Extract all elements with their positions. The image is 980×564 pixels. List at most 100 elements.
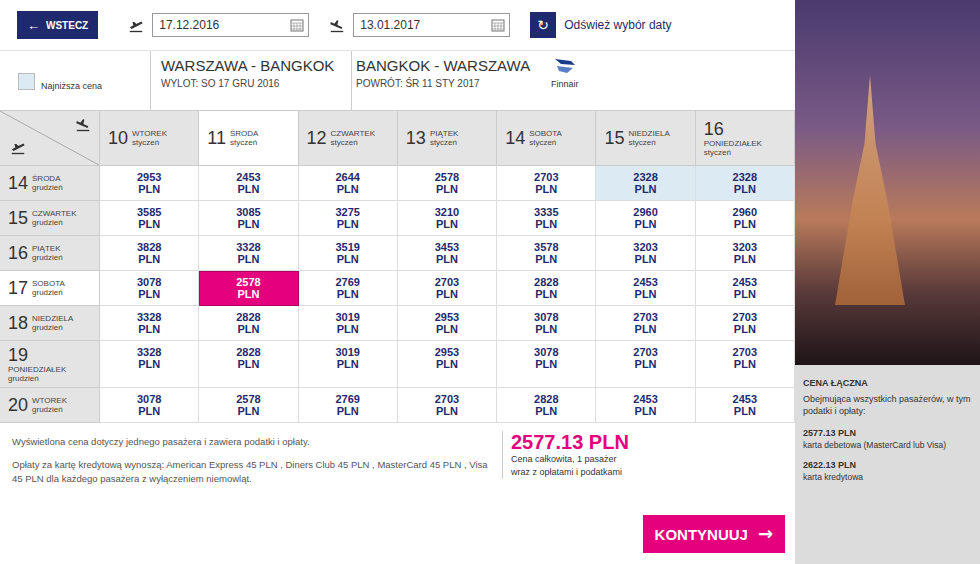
price-cell[interactable]: 3078 PLN <box>100 271 199 306</box>
calendar-icon[interactable] <box>290 18 304 32</box>
currency: PLN <box>237 405 259 417</box>
price-cell[interactable]: 2960 PLN <box>696 201 795 236</box>
price-cell[interactable]: 3203 PLN <box>596 236 695 271</box>
price-cell[interactable]: 3275 PLN <box>299 201 398 236</box>
continue-button[interactable]: KONTYNUUJ → <box>643 515 785 553</box>
month: styczeń <box>704 148 794 157</box>
currency: PLN <box>535 183 557 195</box>
price: 2578 <box>435 171 459 183</box>
price-cell[interactable]: 2953 PLN <box>100 166 199 201</box>
price-cell[interactable]: 2578 PLN <box>398 166 497 201</box>
price: 3275 <box>335 206 359 218</box>
weekday: CZWARTEK <box>331 129 375 138</box>
price-cell[interactable]: 3578 PLN <box>497 236 596 271</box>
price-cell[interactable]: 2769 PLN <box>299 271 398 306</box>
option-price: 2622.13 PLN <box>803 459 972 471</box>
departure-date-input[interactable]: 17.12.2016 <box>152 13 309 37</box>
price-cell[interactable]: 2578 PLN <box>199 388 298 423</box>
price-cell[interactable]: 3078 PLN <box>497 306 596 341</box>
price: 2578 <box>236 276 260 288</box>
price-cell[interactable]: 3585 PLN <box>100 201 199 236</box>
price-cell[interactable]: 3019 PLN <box>299 341 398 388</box>
currency: PLN <box>535 288 557 300</box>
weekday: ŚRODA <box>32 174 63 183</box>
day-label: WTOREK grudzień <box>32 396 67 414</box>
price-cell[interactable]: 2828 PLN <box>199 341 298 388</box>
price-cell[interactable]: 3078 PLN <box>497 341 596 388</box>
departure-date-row-header: 14 ŚRODA grudzień <box>0 166 100 201</box>
matrix-corner <box>0 111 100 166</box>
price-cell[interactable]: 2828 PLN <box>199 306 298 341</box>
price-cell[interactable]: 2828 PLN <box>497 271 596 306</box>
price-cell[interactable]: 2953 PLN <box>398 341 497 388</box>
price-cell[interactable]: 2578 PLN <box>199 271 298 306</box>
back-button[interactable]: ← WSTECZ <box>17 11 98 39</box>
price-cell[interactable]: 2328 PLN <box>596 166 695 201</box>
return-date-input[interactable]: 13.01.2017 <box>353 13 510 37</box>
price-cell[interactable]: 2703 PLN <box>596 306 695 341</box>
price-cell[interactable]: 2960 PLN <box>596 201 695 236</box>
airline: Finnair <box>551 51 579 110</box>
price-cell[interactable]: 2453 PLN <box>199 166 298 201</box>
price-cell[interactable]: 3453 PLN <box>398 236 497 271</box>
currency: PLN <box>337 253 359 265</box>
price-cell[interactable]: 3335 PLN <box>497 201 596 236</box>
price-cell[interactable]: 2644 PLN <box>299 166 398 201</box>
price: 2703 <box>435 276 459 288</box>
price-cell[interactable]: 2703 PLN <box>696 341 795 388</box>
month: grudzień <box>32 218 76 227</box>
price-cell[interactable]: 3828 PLN <box>100 236 199 271</box>
day-label: WTOREK styczeń <box>132 129 167 147</box>
currency: PLN <box>337 323 359 335</box>
price: 2828 <box>534 276 558 288</box>
price-cell[interactable]: 2453 PLN <box>696 388 795 423</box>
price-cell[interactable]: 3203 PLN <box>696 236 795 271</box>
day-number: 18 <box>8 313 28 333</box>
price-cell[interactable]: 2703 PLN <box>398 271 497 306</box>
price-cell[interactable]: 3328 PLN <box>100 306 199 341</box>
departure-plane-icon <box>128 18 144 33</box>
price-cell[interactable]: 2703 PLN <box>398 388 497 423</box>
weekday: NIEDZIELA <box>628 129 669 138</box>
day-number: 15 <box>8 208 28 228</box>
price-cell[interactable]: 2703 PLN <box>596 341 695 388</box>
refresh-button[interactable]: ↻ <box>530 12 556 38</box>
price: 3019 <box>335 311 359 323</box>
day-number: 20 <box>8 395 28 415</box>
price-cell[interactable]: 3519 PLN <box>299 236 398 271</box>
legend: Najniższa cena <box>0 51 150 110</box>
price-cell[interactable]: 2703 PLN <box>696 306 795 341</box>
currency: PLN <box>337 358 359 370</box>
day-number: 14 <box>8 173 28 193</box>
calendar-icon[interactable] <box>491 18 505 32</box>
day-label: CZWARTEK styczeń <box>331 129 375 147</box>
price: 2953 <box>435 346 459 358</box>
price: 2703 <box>633 311 657 323</box>
currency: PLN <box>237 218 259 230</box>
price-cell[interactable]: 2769 PLN <box>299 388 398 423</box>
price-cell[interactable]: 2453 PLN <box>596 271 695 306</box>
price-cell[interactable]: 3085 PLN <box>199 201 298 236</box>
price-cell[interactable]: 3078 PLN <box>100 388 199 423</box>
price-cell[interactable]: 2453 PLN <box>696 271 795 306</box>
price-cell[interactable]: 2328 PLN <box>696 166 795 201</box>
month: styczeń <box>132 138 167 147</box>
price-cell[interactable]: 3328 PLN <box>199 236 298 271</box>
price-cell[interactable]: 2703 PLN <box>497 166 596 201</box>
price-cell[interactable]: 2828 PLN <box>497 388 596 423</box>
price-cell[interactable]: 2953 PLN <box>398 306 497 341</box>
weekday: SOBOTA <box>32 279 65 288</box>
price-cell[interactable]: 3210 PLN <box>398 201 497 236</box>
month: styczeń <box>230 138 258 147</box>
currency: PLN <box>436 405 458 417</box>
refresh-link[interactable]: Odśwież wybór daty <box>564 18 671 32</box>
month: grudzień <box>8 374 99 383</box>
total-caption: wraz z opłatami i podatkami <box>511 466 785 479</box>
price: 3828 <box>137 241 161 253</box>
price-cell[interactable]: 2453 PLN <box>596 388 695 423</box>
currency: PLN <box>635 183 657 195</box>
price-cell[interactable]: 3019 PLN <box>299 306 398 341</box>
price-cell[interactable]: 3328 PLN <box>100 341 199 388</box>
price: 3078 <box>534 311 558 323</box>
currency: PLN <box>138 253 160 265</box>
